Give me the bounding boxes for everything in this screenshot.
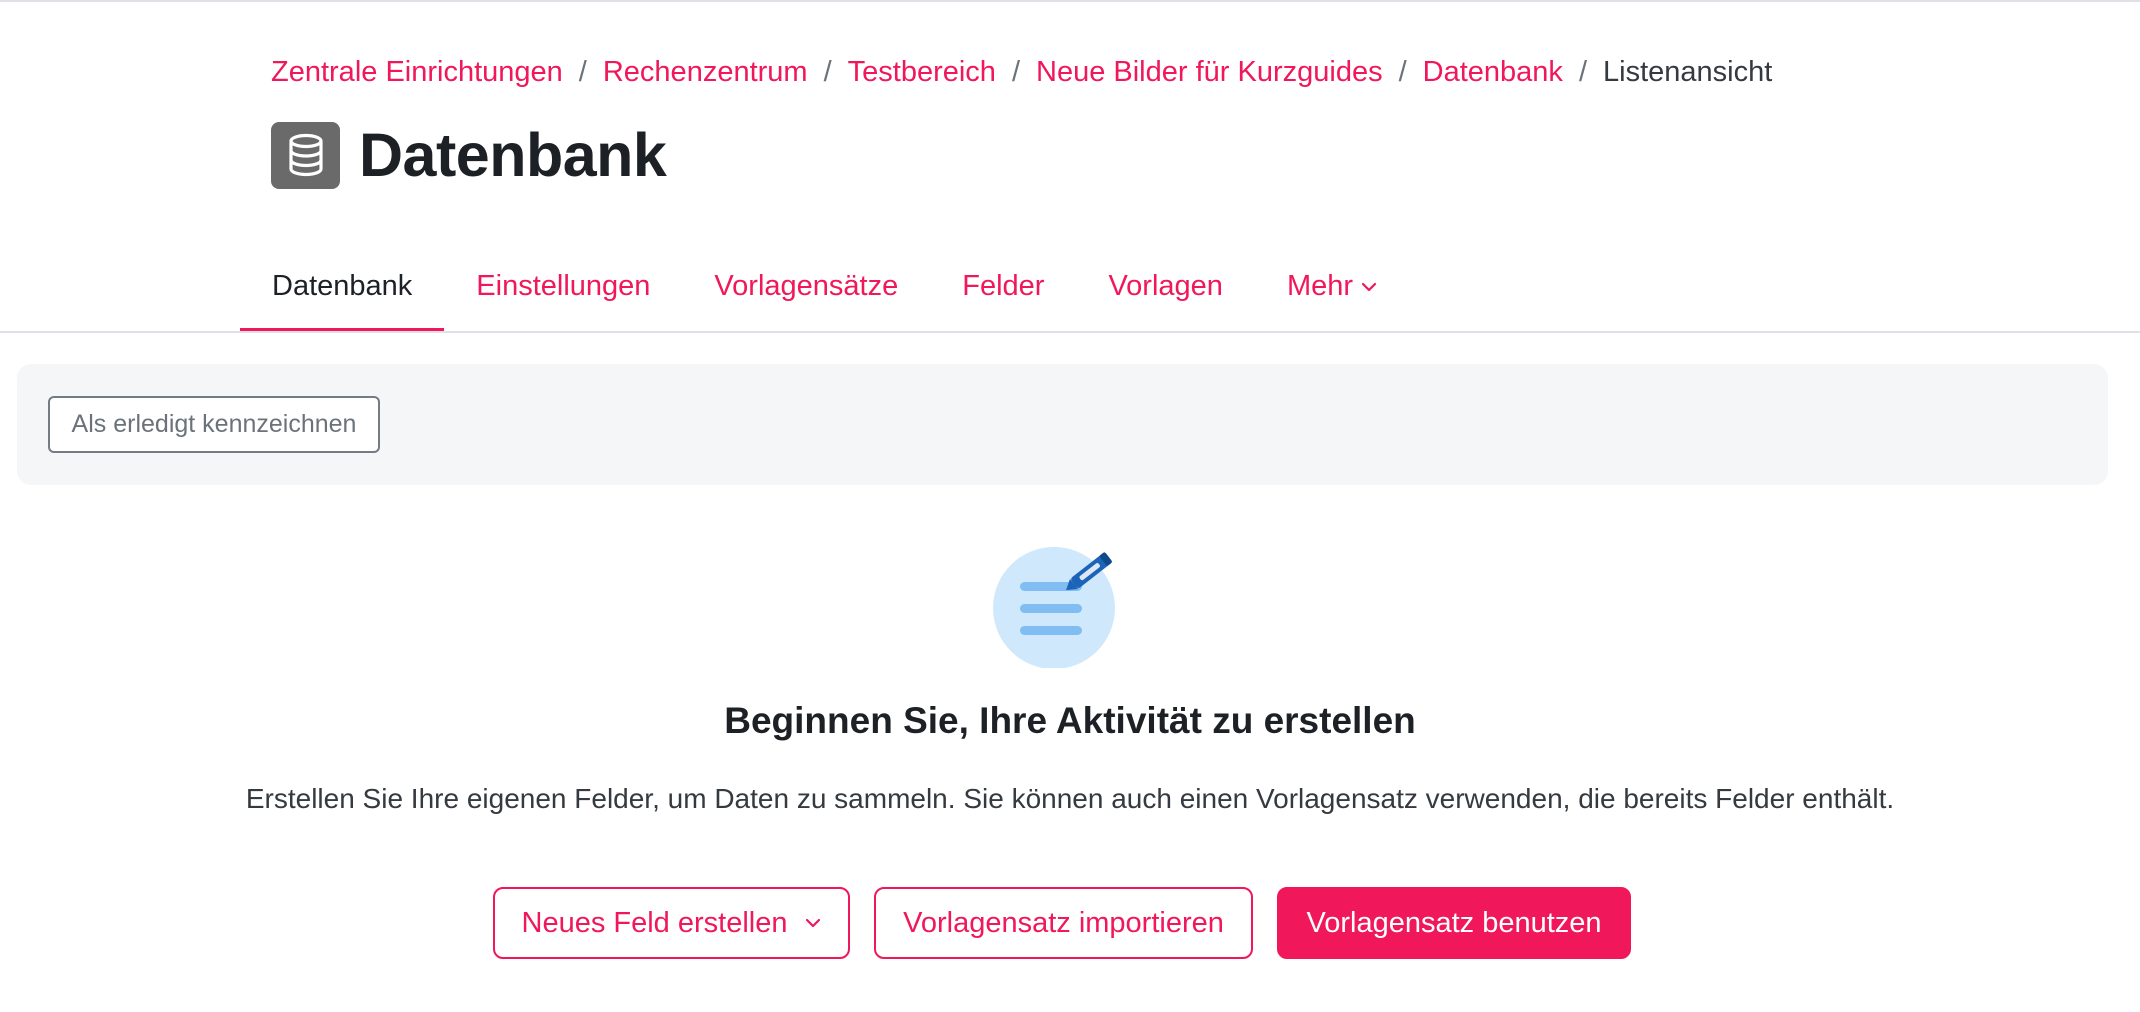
tab-label: Felder [962, 270, 1045, 302]
empty-state-heading: Beginnen Sie, Ihre Aktivität zu erstelle… [724, 700, 1416, 741]
tab-label: Einstellungen [476, 270, 651, 302]
top-divider [0, 0, 2140, 2]
breadcrumb-separator: / [823, 56, 832, 88]
use-preset-button[interactable]: Vorlagensatz benutzen [1277, 887, 1631, 959]
empty-state-description: Erstellen Sie Ihre eigenen Felder, um Da… [245, 783, 1895, 814]
tab-label: Datenbank [272, 270, 413, 302]
breadcrumb-separator: / [1398, 56, 1407, 88]
page-title: Datenbank [359, 121, 667, 189]
activity-header-bar: Als erledigt kennzeichnen [17, 364, 2108, 485]
empty-state-actions: Neues Feld erstellen Vorlagensatz import… [493, 887, 1631, 959]
tab-label: Mehr [1286, 270, 1354, 302]
database-icon [271, 121, 340, 189]
mark-as-done-button[interactable]: Als erledigt kennzeichnen [48, 396, 380, 453]
secondary-navigation: Datenbank Einstellungen Vorlagensätze Fe… [240, 240, 1409, 333]
tab-datenbank[interactable]: Datenbank [240, 240, 445, 333]
tab-einstellungen[interactable]: Einstellungen [444, 240, 682, 333]
breadcrumb-current: Listenansicht [1603, 56, 1773, 88]
breadcrumb-separator: / [1578, 56, 1587, 88]
breadcrumb-separator: / [578, 56, 587, 88]
new-field-dropdown-button[interactable]: Neues Feld erstellen [493, 887, 850, 959]
tab-vorlagensaetze[interactable]: Vorlagensätze [682, 240, 930, 333]
tab-label: Vorlagen [1108, 270, 1223, 302]
chevron-down-icon [805, 918, 821, 928]
tabs-divider [0, 331, 2140, 333]
breadcrumb-link-neue-bilder[interactable]: Neue Bilder für Kurzguides [1036, 52, 1383, 92]
breadcrumb-link-testbereich[interactable]: Testbereich [848, 52, 996, 92]
document-edit-icon [985, 538, 1130, 669]
chevron-down-icon [1361, 282, 1377, 292]
tab-felder[interactable]: Felder [930, 240, 1076, 333]
tab-mehr[interactable]: Mehr [1255, 240, 1409, 333]
new-field-label: Neues Feld erstellen [521, 906, 788, 939]
tab-label: Vorlagensätze [714, 270, 899, 302]
import-preset-button[interactable]: Vorlagensatz importieren [874, 887, 1253, 959]
breadcrumb-separator: / [1011, 56, 1021, 88]
breadcrumb-link-rechenzentrum[interactable]: Rechenzentrum [603, 52, 808, 92]
page-header: Datenbank [271, 120, 667, 190]
tab-vorlagen[interactable]: Vorlagen [1076, 240, 1255, 333]
breadcrumb-link-zentrale-einrichtungen[interactable]: Zentrale Einrichtungen [271, 52, 563, 92]
breadcrumb-link-datenbank[interactable]: Datenbank [1423, 52, 1563, 92]
breadcrumb: Zentrale Einrichtungen / Rechenzentrum /… [271, 52, 1772, 92]
